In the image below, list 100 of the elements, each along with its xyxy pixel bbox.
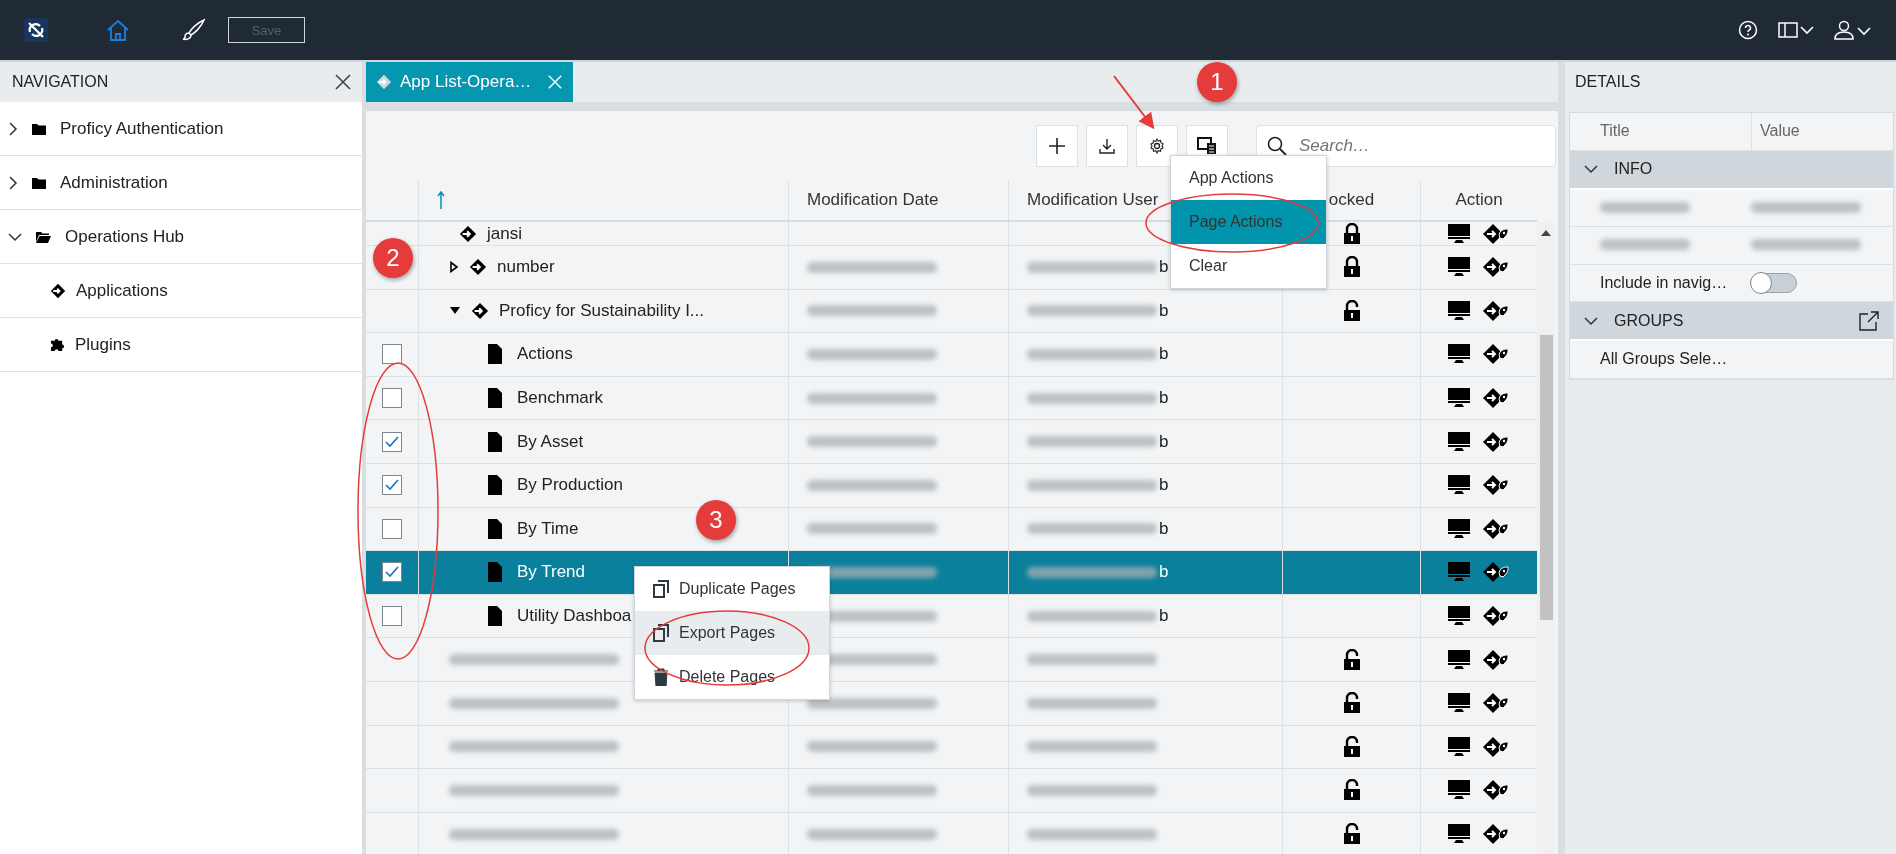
property-label: Include in navig… bbox=[1600, 273, 1729, 292]
monitor-icon[interactable] bbox=[1448, 780, 1470, 801]
rocket-icon[interactable] bbox=[1482, 222, 1510, 245]
user-icon[interactable] bbox=[1834, 20, 1872, 40]
caret-icon[interactable] bbox=[449, 305, 461, 316]
checkbox[interactable] bbox=[382, 475, 402, 496]
monitor-icon[interactable] bbox=[1448, 606, 1470, 627]
document-icon bbox=[487, 475, 503, 496]
row-name[interactable]: By Trend bbox=[517, 562, 586, 583]
row-name[interactable]: By Asset bbox=[517, 431, 584, 452]
app-icon bbox=[376, 74, 392, 90]
app-icon bbox=[50, 282, 66, 299]
sort-arrow-icon[interactable] bbox=[437, 191, 445, 209]
home-icon[interactable] bbox=[106, 19, 130, 41]
rocket-icon[interactable] bbox=[1482, 605, 1510, 628]
app-icon bbox=[471, 301, 489, 320]
row-name[interactable]: Benchmark bbox=[517, 388, 603, 409]
search-icon bbox=[1267, 135, 1287, 156]
row-name[interactable]: By Time bbox=[517, 518, 579, 539]
row-name[interactable]: Proficy for Sustainability I... bbox=[499, 300, 705, 321]
chevron-right-icon[interactable] bbox=[8, 121, 18, 136]
nav-item[interactable]: Applications bbox=[76, 280, 168, 301]
rocket-icon[interactable] bbox=[1482, 561, 1510, 584]
help-icon[interactable] bbox=[1738, 20, 1758, 40]
rocket-icon[interactable] bbox=[1482, 823, 1510, 845]
chevron-right-icon[interactable] bbox=[8, 175, 18, 190]
monitor-icon[interactable] bbox=[1448, 475, 1470, 496]
menu-item[interactable]: Clear bbox=[1171, 244, 1326, 288]
folder-icon bbox=[32, 176, 46, 189]
rocket-icon[interactable] bbox=[1482, 648, 1510, 671]
menu-item[interactable]: Duplicate Pages bbox=[635, 567, 829, 611]
puzzle-icon bbox=[50, 337, 65, 352]
checkbox[interactable] bbox=[382, 388, 402, 409]
row-name[interactable]: jansi bbox=[487, 223, 522, 244]
row-name[interactable]: number bbox=[497, 257, 555, 278]
tab[interactable]: App List-Opera… bbox=[366, 62, 573, 102]
column-header[interactable]: Modification Date bbox=[807, 190, 939, 210]
settings-button[interactable] bbox=[1136, 124, 1178, 167]
column-header[interactable]: Modification User bbox=[1027, 190, 1159, 210]
monitor-icon[interactable] bbox=[1448, 223, 1470, 244]
chevron-down-icon[interactable] bbox=[1584, 164, 1598, 174]
checkbox[interactable] bbox=[382, 562, 402, 583]
monitor-icon[interactable] bbox=[1448, 736, 1470, 757]
row-name[interactable]: By Production bbox=[517, 475, 623, 496]
chevron-down-icon[interactable] bbox=[8, 231, 22, 242]
monitor-icon[interactable] bbox=[1448, 649, 1470, 670]
nav-item[interactable]: Operations Hub bbox=[65, 226, 185, 247]
menu-item[interactable]: Export Pages bbox=[635, 611, 829, 655]
search-field[interactable]: Search… bbox=[1256, 124, 1556, 167]
rocket-icon[interactable] bbox=[1482, 474, 1510, 497]
external-link-icon[interactable] bbox=[1859, 310, 1879, 331]
toggle-switch[interactable] bbox=[1751, 272, 1797, 293]
rocket-icon[interactable] bbox=[1482, 299, 1510, 322]
copy-icon bbox=[653, 624, 669, 642]
monitor-icon[interactable] bbox=[1448, 257, 1470, 278]
scrollbar[interactable] bbox=[1537, 222, 1555, 854]
rocket-icon[interactable] bbox=[1482, 692, 1510, 715]
checkbox[interactable] bbox=[382, 606, 402, 627]
document-icon bbox=[487, 562, 503, 583]
layout-icon[interactable] bbox=[1778, 22, 1814, 38]
property-label: All Groups Sele… bbox=[1600, 350, 1729, 369]
rocket-icon[interactable] bbox=[1482, 779, 1510, 802]
rocket-icon[interactable] bbox=[1482, 387, 1510, 410]
monitor-icon[interactable] bbox=[1448, 431, 1470, 452]
brush-icon[interactable] bbox=[182, 18, 206, 42]
rocket-icon[interactable] bbox=[1482, 256, 1510, 279]
row-name[interactable]: Utility Dashboa bbox=[517, 606, 632, 627]
column-header[interactable]: Action bbox=[1455, 190, 1503, 210]
logo-icon[interactable] bbox=[24, 18, 48, 42]
nav-item[interactable]: Plugins bbox=[75, 334, 131, 355]
checkbox[interactable] bbox=[382, 518, 402, 539]
nav-item[interactable]: Administration bbox=[60, 172, 168, 193]
close-icon[interactable] bbox=[334, 73, 352, 91]
monitor-icon[interactable] bbox=[1448, 824, 1470, 844]
nav-item[interactable]: Proficy Authentication bbox=[60, 118, 224, 139]
monitor-icon[interactable] bbox=[1448, 693, 1470, 714]
user-text: b bbox=[1159, 562, 1169, 583]
rocket-icon[interactable] bbox=[1482, 343, 1510, 366]
row-name[interactable]: Actions bbox=[517, 344, 573, 365]
scroll-up-icon[interactable] bbox=[1541, 230, 1551, 236]
checkbox[interactable] bbox=[382, 344, 402, 365]
menu-item[interactable]: Page Actions bbox=[1171, 200, 1326, 244]
monitor-icon[interactable] bbox=[1448, 518, 1470, 539]
add-button[interactable] bbox=[1036, 124, 1078, 167]
chevron-down-icon[interactable] bbox=[1584, 315, 1598, 326]
checkbox[interactable] bbox=[382, 431, 402, 452]
column-header: Value bbox=[1751, 113, 1893, 150]
rocket-icon[interactable] bbox=[1482, 430, 1510, 453]
rocket-icon[interactable] bbox=[1482, 735, 1510, 758]
user-text: b bbox=[1159, 431, 1169, 452]
column-header[interactable]: ocked bbox=[1328, 190, 1375, 210]
column-header: Title bbox=[1600, 122, 1631, 141]
monitor-icon[interactable] bbox=[1448, 300, 1470, 321]
rocket-icon[interactable] bbox=[1482, 517, 1510, 540]
caret-icon[interactable] bbox=[449, 261, 459, 274]
download-button[interactable] bbox=[1086, 124, 1128, 167]
monitor-icon[interactable] bbox=[1448, 388, 1470, 409]
menu-item[interactable]: Delete Pages bbox=[635, 655, 829, 699]
panel-title: NAVIGATION bbox=[12, 73, 109, 91]
monitor-icon[interactable] bbox=[1448, 344, 1470, 365]
